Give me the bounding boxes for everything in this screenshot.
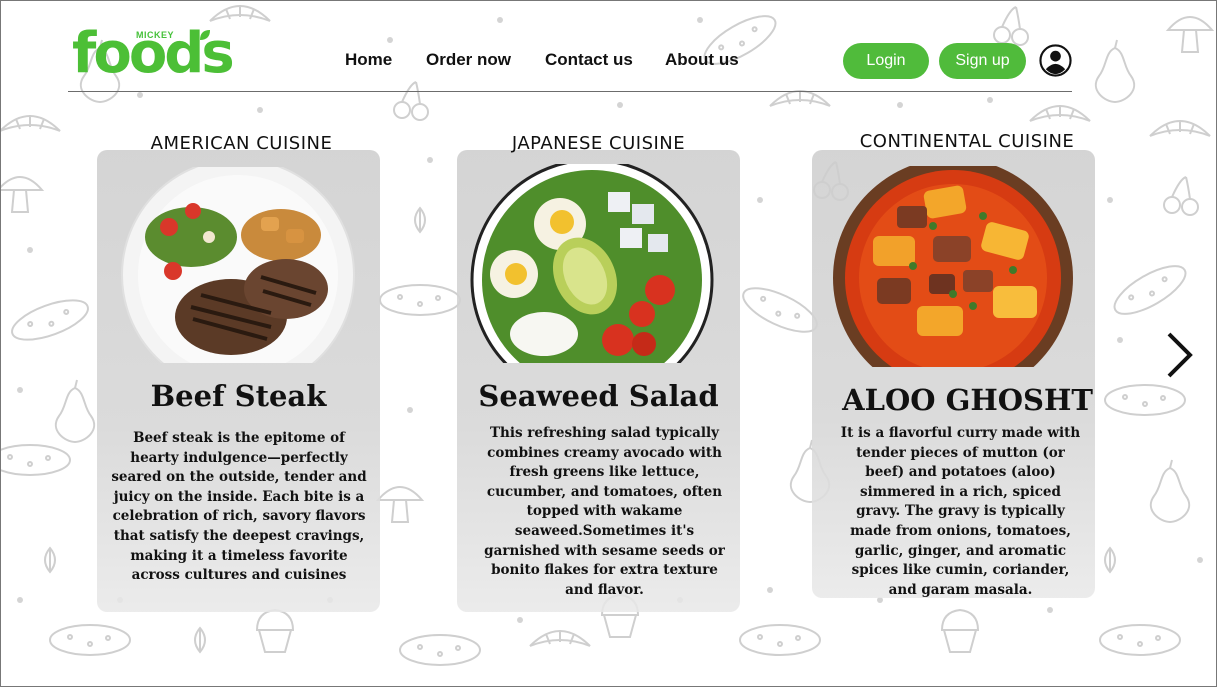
dish-description: Beef steak is the epitome of hearty indu… [111, 430, 367, 584]
chevron-right-icon[interactable] [1163, 330, 1195, 380]
header-divider [68, 91, 1072, 92]
nav-home[interactable]: Home [345, 50, 392, 70]
cuisine-label: JAPANESE CUISINE [511, 133, 686, 154]
cuisine-label: AMERICAN CUISINE [150, 133, 333, 154]
leaf-icon [200, 30, 210, 40]
beef-steak-image [121, 167, 355, 363]
user-circle-icon[interactable] [1039, 44, 1072, 77]
dish-description: This refreshing salad typically combines… [484, 425, 725, 598]
dish-title: Seaweed Salad [478, 379, 719, 413]
nav-order-now[interactable]: Order now [426, 50, 511, 70]
dish-title: Beef Steak [150, 379, 327, 413]
dish-title: ALOO GHOSHT [842, 383, 1093, 417]
seaweed-salad-image [470, 164, 714, 363]
signup-button[interactable]: Sign up [939, 43, 1026, 79]
dish-description: It is a flavorful curry made with tender… [840, 425, 1081, 598]
aloo-ghosht-image [833, 166, 1073, 367]
nav-about-us[interactable]: About us [665, 50, 739, 70]
login-button[interactable]: Login [843, 43, 929, 79]
cuisine-label: CONTINENTAL CUISINE [859, 131, 1075, 152]
nav-contact-us[interactable]: Contact us [545, 50, 633, 70]
mickey-foods-logo[interactable]: MICKEY foods [70, 26, 235, 82]
